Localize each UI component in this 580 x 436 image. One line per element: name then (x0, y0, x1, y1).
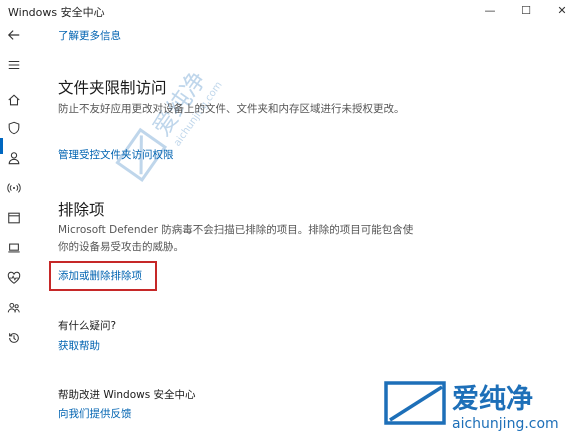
watermark-brand: 爱纯净 (452, 383, 533, 415)
manage-folder-access-link[interactable]: 管理受控文件夹访问权限 (58, 147, 174, 162)
active-indicator (0, 138, 3, 154)
watermark-bottom: 爱纯净 aichunjing.com (378, 378, 578, 436)
get-help-link[interactable]: 获取帮助 (58, 338, 100, 353)
network-signal-icon[interactable] (4, 178, 24, 198)
close-button[interactable]: ✕ (544, 0, 580, 20)
exclusions-description: Microsoft Defender 防病毒不会扫描已排除的项目。排除的项目可能… (58, 224, 414, 253)
maximize-button[interactable]: ☐ (508, 0, 544, 20)
window-title: Windows 安全中心 (8, 6, 105, 19)
minimize-button[interactable]: — (472, 0, 508, 20)
folder-access-title: 文件夹限制访问 (58, 79, 167, 97)
shield-icon[interactable] (4, 118, 24, 138)
feedback-link[interactable]: 向我们提供反馈 (58, 406, 132, 421)
account-person-icon[interactable] (4, 148, 24, 168)
health-heart-icon[interactable] (4, 268, 24, 288)
learn-more-link[interactable]: 了解更多信息 (58, 28, 121, 43)
app-browser-icon[interactable] (4, 208, 24, 228)
watermark-top: 爱纯净 aichunjing.com (112, 48, 225, 188)
back-arrow-icon[interactable] (4, 25, 24, 45)
title-bar: Windows 安全中心 — ☐ ✕ (0, 0, 580, 20)
questions-title: 有什么疑问? (58, 320, 117, 332)
improve-title: 帮助改进 Windows 安全中心 (58, 389, 196, 401)
watermark-url: aichunjing.com (452, 416, 559, 432)
exclusions-title: 排除项 (58, 201, 105, 219)
family-icon[interactable] (4, 298, 24, 318)
history-icon[interactable] (4, 328, 24, 348)
device-laptop-icon[interactable] (4, 238, 24, 258)
home-icon[interactable] (4, 90, 24, 110)
sidebar (0, 20, 28, 436)
folder-access-description: 防止不友好应用更改对设备上的文件、文件夹和内存区域进行未授权更改。 (58, 103, 405, 115)
hamburger-menu-icon[interactable] (4, 55, 24, 75)
add-remove-exclusions-link[interactable]: 添加或删除排除项 (58, 268, 142, 283)
